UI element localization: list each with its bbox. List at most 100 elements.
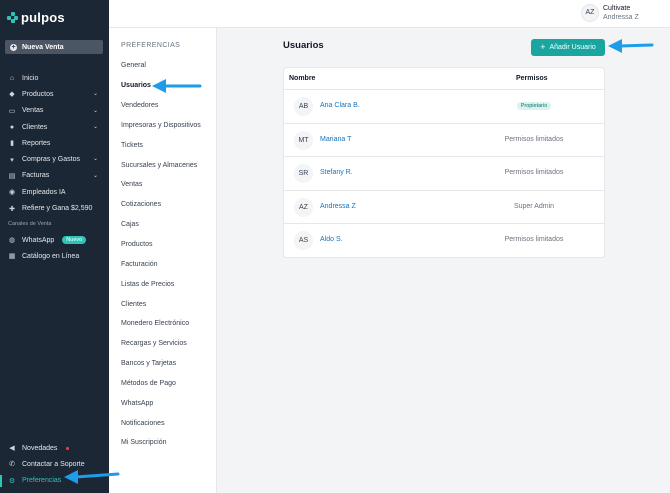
- preferences-list: General Usuarios Vendedores Impresoras y…: [109, 56, 217, 453]
- new-sale-label: Nueva Venta: [22, 43, 64, 51]
- chevron-down-icon: ⌄: [92, 107, 98, 114]
- active-indicator: [0, 474, 2, 487]
- chevron-down-icon: ⌄: [92, 91, 98, 98]
- owner-badge: Propietario: [516, 102, 552, 110]
- pref-item-productos[interactable]: Productos: [109, 235, 217, 255]
- sidebar-item-label: Compras y Gastos: [22, 156, 80, 164]
- pref-item-facturacion[interactable]: Facturación: [109, 254, 217, 274]
- table-row[interactable]: MT Mariana T Permisos limitados: [284, 124, 604, 158]
- user-name-link[interactable]: Aldo S.: [320, 236, 343, 243]
- sidebar-item-catalogo[interactable]: ▦ Catálogo en Línea: [0, 248, 109, 264]
- pref-item-clientes[interactable]: Clientes: [109, 294, 217, 314]
- sidebar-item-label: Ventas: [22, 107, 44, 115]
- pref-item-listas-precios[interactable]: Listas de Precios: [109, 274, 217, 294]
- account-avatar[interactable]: AZ: [581, 4, 599, 22]
- channels-nav: ◍ WhatsApp Nuevo ▦ Catálogo en Línea: [0, 232, 109, 265]
- sidebar-item-facturas[interactable]: ▤ Facturas ⌄: [0, 168, 109, 184]
- pref-item-whatsapp[interactable]: WhatsApp: [109, 393, 217, 413]
- account-name[interactable]: Cultivate: [603, 5, 630, 12]
- user-permission: Propietario: [484, 102, 584, 110]
- new-sale-button[interactable]: + Nueva Venta: [5, 40, 103, 54]
- user-name-link[interactable]: Mariana T: [320, 136, 351, 143]
- megaphone-icon: ◀: [9, 445, 15, 453]
- phone-icon: ✆: [9, 461, 15, 469]
- robot-icon: ◉: [8, 189, 16, 197]
- sidebar-item-label: WhatsApp: [22, 236, 55, 244]
- pref-item-cotizaciones[interactable]: Cotizaciones: [109, 195, 217, 215]
- pref-item-ventas[interactable]: Ventas: [109, 175, 217, 195]
- pref-item-sucursales[interactable]: Sucursales y Almacenes: [109, 155, 217, 175]
- pref-item-vendedores[interactable]: Vendedores: [109, 96, 217, 116]
- table-row[interactable]: AZ Andressa Z Super Admin: [284, 191, 604, 225]
- clients-icon: ●: [9, 123, 15, 131]
- table-row[interactable]: SR Stefany R. Permisos limitados: [284, 157, 604, 191]
- pref-item-monedero[interactable]: Monedero Electrónico: [109, 314, 217, 334]
- pulpos-logo[interactable]: pulpos: [7, 10, 65, 25]
- sidebar-item-productos[interactable]: ◆ Productos ⌄: [0, 86, 109, 102]
- home-icon: ⌂: [9, 74, 15, 82]
- sidebar-item-empleados-ia[interactable]: ◉ Empleados IA: [0, 184, 109, 200]
- sidebar-item-reportes[interactable]: ▮ Reportes: [0, 135, 109, 151]
- annotation-arrow-icon: [64, 470, 120, 484]
- user-avatar: AZ: [294, 197, 313, 217]
- users-table: Nombre Permisos AB Ana Clara B. Propieta…: [283, 67, 605, 258]
- column-permissions-header: Permisos: [516, 75, 548, 82]
- sidebar-item-label: Contactar a Soporte: [22, 460, 85, 468]
- new-badge: Nuevo: [62, 236, 87, 245]
- annotation-arrow-icon: [608, 39, 654, 53]
- preferences-title: PREFERENCIAS: [121, 42, 181, 49]
- sidebar-item-ventas[interactable]: ▭ Ventas ⌄: [0, 103, 109, 119]
- sidebar-item-label: Preferencias: [22, 477, 62, 485]
- table-row[interactable]: AB Ana Clara B. Propietario: [284, 90, 604, 124]
- pref-item-impresoras[interactable]: Impresoras y Dispositivos: [109, 116, 217, 136]
- user-avatar: SR: [294, 164, 313, 184]
- chevron-down-icon: ⌄: [92, 172, 98, 179]
- sidebar-nav: ⌂ Inicio ◆ Productos ⌄ ▭ Ventas ⌄ ● Clie…: [0, 70, 109, 217]
- page-title: Usuarios: [283, 40, 324, 51]
- column-name-header: Nombre: [289, 75, 316, 82]
- logo-icon: [7, 12, 18, 23]
- user-name-link[interactable]: Ana Clara B.: [320, 102, 360, 109]
- pref-item-tickets[interactable]: Tickets: [109, 135, 217, 155]
- sidebar-item-inicio[interactable]: ⌂ Inicio: [0, 70, 109, 86]
- sidebar-item-label: Empleados IA: [22, 188, 66, 196]
- pref-item-recargas[interactable]: Recargas y Servicios: [109, 334, 217, 354]
- main-sidebar: pulpos + Nueva Venta ⌂ Inicio ◆ Producto…: [0, 0, 109, 493]
- sidebar-item-label: Inicio: [22, 74, 39, 82]
- sidebar-item-label: Clientes: [22, 123, 48, 131]
- pref-item-bancos[interactable]: Bancos y Tarjetas: [109, 354, 217, 374]
- account-user: Andressa Z: [603, 14, 639, 21]
- table-row[interactable]: AS Aldo S. Permisos limitados: [284, 224, 604, 257]
- sidebar-item-clientes[interactable]: ● Clientes ⌄: [0, 119, 109, 135]
- sidebar-item-label: Novedades: [22, 444, 58, 452]
- sidebar-item-novedades[interactable]: ◀ Novedades: [0, 440, 109, 456]
- pref-item-notificaciones[interactable]: Notificaciones: [109, 413, 217, 433]
- annotation-arrow-icon: [152, 79, 202, 93]
- pref-item-cajas[interactable]: Cajas: [109, 215, 217, 235]
- chevron-down-icon: ⌄: [92, 123, 98, 130]
- pref-item-metodos-pago[interactable]: Métodos de Pago: [109, 374, 217, 394]
- user-name-link[interactable]: Stefany R.: [320, 169, 353, 176]
- user-avatar: AB: [294, 97, 313, 116]
- sidebar-item-label: Catálogo en Línea: [22, 252, 80, 260]
- sidebar-item-whatsapp[interactable]: ◍ WhatsApp Nuevo: [0, 232, 109, 248]
- whatsapp-icon: ◍: [8, 237, 16, 245]
- notification-dot: [66, 446, 70, 450]
- user-permission: Permisos limitados: [504, 135, 564, 143]
- add-user-button[interactable]: + Añadir Usuario: [531, 39, 605, 56]
- receipt-icon: ▭: [8, 107, 16, 115]
- pref-item-general[interactable]: General: [109, 56, 217, 76]
- sidebar-item-compras[interactable]: ▾ Compras y Gastos ⌄: [0, 151, 109, 167]
- chevron-down-icon: ⌄: [92, 156, 98, 163]
- preferences-nav: PREFERENCIAS General Usuarios Vendedores…: [109, 28, 217, 493]
- gear-icon: ⚙: [8, 477, 16, 485]
- invoice-icon: ▤: [8, 172, 16, 180]
- gift-icon: ✚: [9, 205, 15, 213]
- user-avatar: MT: [294, 130, 313, 150]
- table-header: Nombre Permisos: [284, 68, 604, 90]
- pref-item-suscripcion[interactable]: Mi Suscripción: [109, 433, 217, 453]
- bar-chart-icon: ▮: [10, 140, 14, 148]
- sidebar-item-refiere[interactable]: ✚ Refiere y Gana $2,590: [0, 200, 109, 216]
- catalog-icon: ▦: [8, 253, 16, 261]
- user-name-link[interactable]: Andressa Z: [320, 203, 356, 210]
